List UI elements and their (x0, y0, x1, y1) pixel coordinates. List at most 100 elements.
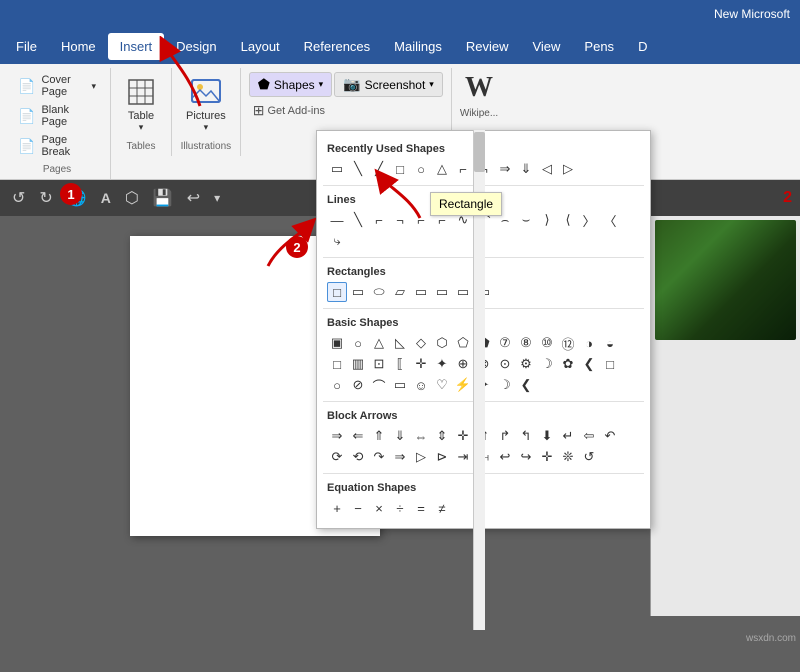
menu-view[interactable]: View (520, 33, 572, 60)
menu-file[interactable]: File (4, 33, 49, 60)
shape-cell[interactable]: ◺ (390, 333, 410, 353)
shape-cell[interactable]: ≠ (432, 498, 452, 518)
shape-cell[interactable]: ⊡ (369, 354, 389, 374)
shape-cell[interactable]: ÷ (390, 498, 410, 518)
shape-cell[interactable]: − (348, 498, 368, 518)
shape-cell[interactable]: □ (327, 354, 347, 374)
shape-cell[interactable]: ◁ (537, 159, 557, 179)
shape-cell[interactable]: ⇐ (348, 426, 368, 446)
shape-cell[interactable]: = (411, 498, 431, 518)
shape-cell[interactable]: ✛ (537, 447, 557, 467)
shape-cell[interactable]: ⊕ (453, 354, 473, 374)
shape-cell[interactable]: ◑ (579, 333, 599, 353)
blank-page-btn[interactable]: 📄 Blank Page (12, 102, 102, 130)
redo-icon[interactable]: ↻ (35, 186, 56, 210)
shape-cell[interactable]: ⬡ (432, 333, 452, 353)
shape-cell[interactable]: ▥ (348, 354, 368, 374)
arrow-left-icon[interactable]: ↩ (183, 186, 204, 210)
color-icon[interactable]: ⬡ (121, 186, 143, 210)
shape-cell[interactable]: ❮ (579, 354, 599, 374)
shape-cell[interactable]: ╲ (348, 210, 368, 230)
shape-cell[interactable]: ▭ (453, 282, 473, 302)
menu-more[interactable]: D (626, 33, 659, 60)
shape-cell[interactable]: ⑩ (537, 333, 557, 353)
shape-cell[interactable]: ▱ (390, 282, 410, 302)
shape-cell[interactable]: 〈 (600, 210, 620, 230)
shape-cell[interactable]: ○ (411, 159, 431, 179)
shape-cell[interactable]: ⇥ (453, 447, 473, 467)
shape-cell[interactable]: ⇦ (579, 426, 599, 446)
pictures-btn[interactable]: Pictures ▾ (180, 72, 232, 137)
scrollbar-thumb[interactable] (474, 132, 485, 172)
shape-cell[interactable]: ⌣ (516, 210, 536, 230)
shape-cell[interactable]: ⑦ (495, 333, 515, 353)
text-icon[interactable]: A (97, 188, 115, 208)
menu-insert[interactable]: Insert (108, 33, 165, 60)
shape-cell[interactable]: ☽ (495, 375, 515, 395)
shape-cell[interactable]: △ (369, 333, 389, 353)
shape-cell[interactable]: ⚙ (516, 354, 536, 374)
shape-cell[interactable]: ⇓ (390, 426, 410, 446)
save-icon[interactable]: 💾 (149, 186, 177, 210)
shape-cell[interactable]: ⬠ (453, 333, 473, 353)
shape-cell[interactable]: ▷ (411, 447, 431, 467)
shape-cell[interactable]: ▭ (411, 282, 431, 302)
shape-cell[interactable]: ⟲ (348, 447, 368, 467)
shape-cell[interactable]: ╱ (369, 159, 389, 179)
shape-cell[interactable]: ⑫ (558, 333, 578, 353)
shape-cell[interactable]: ⇓ (516, 159, 536, 179)
shape-cell[interactable]: ⊘ (348, 375, 368, 395)
shape-cell[interactable]: ↺ (579, 447, 599, 467)
shape-cell[interactable]: ▣ (327, 333, 347, 353)
shape-cell[interactable]: × (369, 498, 389, 518)
shape-cell[interactable]: ▭ (327, 159, 347, 179)
shape-cell[interactable]: ⬇ (537, 426, 557, 446)
shape-cell[interactable]: ✛ (411, 354, 431, 374)
shape-cell[interactable]: ⇒ (495, 159, 515, 179)
menu-layout[interactable]: Layout (229, 33, 292, 60)
shape-cell[interactable]: — (327, 210, 347, 230)
shape-cell[interactable]: ⊳ (432, 447, 452, 467)
shape-cell[interactable]: ⌐ (411, 210, 431, 230)
shape-cell[interactable]: ⑧ (516, 333, 536, 353)
shape-cell[interactable]: ⬭ (369, 282, 389, 302)
shape-cell[interactable]: ↷ (369, 447, 389, 467)
shape-cell[interactable]: ⟦ (390, 354, 410, 374)
shape-cell[interactable]: ⌐ (369, 210, 389, 230)
shape-cell[interactable]: ☽ (537, 354, 557, 374)
shape-cell[interactable]: △ (432, 159, 452, 179)
shape-cell[interactable]: ♡ (432, 375, 452, 395)
shape-cell[interactable]: ✦ (432, 354, 452, 374)
shape-cell[interactable]: ▷ (558, 159, 578, 179)
shape-cell[interactable]: ❮ (516, 375, 536, 395)
shape-cell[interactable]: ⌐ (453, 159, 473, 179)
shape-cell[interactable]: ▭ (390, 375, 410, 395)
shape-cell[interactable]: ❊ (558, 447, 578, 467)
shape-cell[interactable]: ⇒ (390, 447, 410, 467)
shapes-btn[interactable]: ⬟ Shapes ▾ (249, 72, 332, 97)
menu-pens[interactable]: Pens (572, 33, 626, 60)
cover-page-btn[interactable]: 📄 Cover Page ▾ (12, 72, 102, 100)
table-btn[interactable]: Table ▾ (119, 72, 163, 137)
shape-cell[interactable]: ◇ (411, 333, 431, 353)
shape-cell[interactable]: ⇔ (411, 426, 431, 446)
shape-cell[interactable]: ↰ (516, 426, 536, 446)
shape-cell[interactable]: ⚡ (453, 375, 473, 395)
shape-cell[interactable]: ⇕ (432, 426, 452, 446)
shape-cell[interactable]: ↶ (600, 426, 620, 446)
shape-cell[interactable]: ¬ (390, 210, 410, 230)
shape-cell[interactable]: ↵ (558, 426, 578, 446)
shape-cell[interactable]: ⇒ (327, 426, 347, 446)
shape-cell[interactable]: □ (600, 354, 620, 374)
shape-cell[interactable]: ▭ (348, 282, 368, 302)
undo-icon[interactable]: ↺ (8, 186, 29, 210)
shape-cell[interactable]: ⟳ (327, 447, 347, 467)
wikipedia-btn[interactable]: W (465, 72, 493, 104)
shape-cell[interactable]: ⇑ (369, 426, 389, 446)
shape-cell[interactable]: ✿ (558, 354, 578, 374)
shape-cell[interactable]: ☺ (411, 375, 431, 395)
shape-cell[interactable]: ⌒ (369, 375, 389, 395)
shape-cell[interactable]: ╲ (348, 159, 368, 179)
shape-cell[interactable]: ▭ (432, 282, 452, 302)
toolbar-arrow[interactable]: ▾ (210, 189, 224, 207)
